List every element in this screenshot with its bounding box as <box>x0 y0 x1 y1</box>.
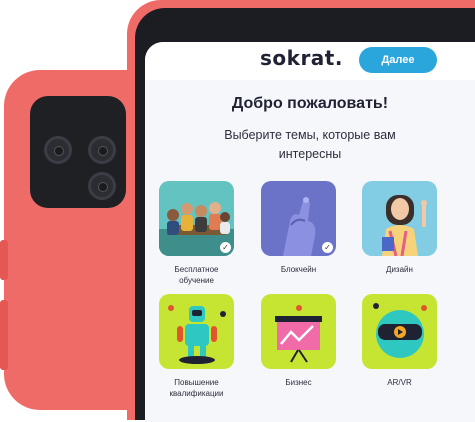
robot-icon <box>159 294 234 369</box>
phone-side-button <box>0 240 8 280</box>
camera-module <box>30 96 126 208</box>
topic-label: Блокчейн <box>280 265 317 274</box>
topic-card-design[interactable]: Дизайн <box>362 181 437 275</box>
topic-card-upskilling[interactable]: Повышение квалификации <box>159 294 234 399</box>
vr-headset-icon <box>362 294 437 369</box>
camera-lens-icon <box>44 136 72 164</box>
checkmark-icon: ✓ <box>322 242 333 253</box>
topic-card-blockchain[interactable]: ✓ Блокчейн <box>261 181 336 275</box>
camera-lens-icon <box>88 136 116 164</box>
camera-lens-icon <box>88 172 116 200</box>
topic-card-business[interactable]: Бизнес <box>261 294 336 388</box>
phone-side-button <box>0 300 8 370</box>
next-button[interactable]: Далее <box>359 47 437 73</box>
hand-photo-icon: ✓ <box>261 181 336 256</box>
presentation-chart-icon <box>261 294 336 369</box>
app-header: sokrat. Далее <box>145 42 475 80</box>
app-screen: sokrat. Далее Добро пожаловать! Выберите… <box>145 42 475 422</box>
group-photo-icon: ✓ <box>159 181 234 256</box>
designer-photo-icon <box>362 181 437 256</box>
topic-label: Бизнес <box>285 378 312 387</box>
topic-card-free-learning[interactable]: ✓ Бесплатное обучение <box>159 181 234 286</box>
topic-label: Бесплатное обучение <box>174 265 219 285</box>
topic-label: Дизайн <box>386 265 413 274</box>
checkmark-icon: ✓ <box>220 242 231 253</box>
page-title: Добро пожаловать! <box>231 95 389 112</box>
topic-label: AR/VR <box>387 378 412 387</box>
page-subtitle: Выберите темы, которые вам интересны <box>224 128 396 161</box>
topic-label: Повышение квалификации <box>169 378 224 398</box>
topic-card-ar-vr[interactable]: AR/VR <box>362 294 437 388</box>
sokrat-logo: sokrat. <box>260 46 343 70</box>
